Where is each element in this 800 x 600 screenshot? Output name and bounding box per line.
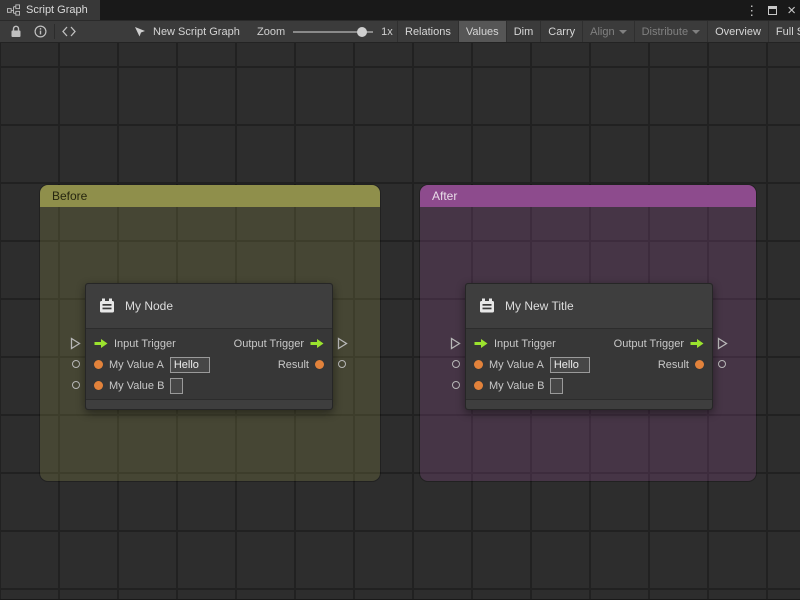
value-a-input[interactable] bbox=[169, 356, 210, 373]
tab-script-graph[interactable]: Script Graph bbox=[0, 0, 100, 20]
zoom-slider-handle[interactable] bbox=[357, 26, 368, 37]
graph-canvas[interactable]: Before After My Node Input Trigger Outpu… bbox=[0, 43, 800, 599]
trigger-out-icon bbox=[690, 338, 704, 349]
trigger-port-icon[interactable] bbox=[337, 337, 348, 350]
port-label: My Value A bbox=[489, 358, 544, 371]
port-row: My Value B bbox=[86, 375, 332, 396]
unit-icon bbox=[98, 298, 116, 314]
port-row: Input Trigger Output Trigger bbox=[86, 333, 332, 354]
value-port-icon[interactable] bbox=[338, 360, 346, 368]
node-footer bbox=[466, 399, 712, 409]
port-label: My Value A bbox=[109, 358, 164, 371]
trigger-port-icon[interactable] bbox=[450, 337, 461, 350]
node-footer bbox=[86, 399, 332, 409]
script-graph-tab-icon bbox=[7, 4, 20, 16]
port-label: My Value B bbox=[109, 379, 165, 392]
port-label: Result bbox=[657, 358, 689, 371]
group-header[interactable]: Before bbox=[40, 185, 380, 207]
zoom-slider[interactable] bbox=[293, 26, 374, 38]
value-a-port[interactable]: My Value A bbox=[86, 356, 210, 373]
value-port-dot-icon bbox=[474, 360, 483, 369]
kebab-menu-icon[interactable]: ⋮ bbox=[745, 4, 758, 17]
group-label: Before bbox=[52, 189, 88, 203]
node-title: My New Title bbox=[505, 299, 574, 313]
group-header[interactable]: After bbox=[420, 185, 756, 207]
dim-button[interactable]: Dim bbox=[506, 21, 542, 42]
node-my-new-title[interactable]: My New Title Input Trigger Output Trigge… bbox=[465, 283, 713, 410]
port-label: My Value B bbox=[489, 379, 545, 392]
value-port-dot-icon bbox=[474, 381, 483, 390]
value-b-input[interactable] bbox=[170, 377, 184, 394]
toolbar-separator bbox=[54, 24, 55, 39]
overview-button[interactable]: Overview bbox=[708, 21, 769, 42]
port-row: My Value A Result bbox=[86, 354, 332, 375]
node-title: My Node bbox=[125, 299, 174, 313]
port-row: My Value B bbox=[466, 375, 712, 396]
window-controls: ⋮ × bbox=[745, 0, 796, 20]
unit-icon bbox=[478, 298, 496, 314]
tab-label: Script Graph bbox=[26, 4, 88, 16]
graph-toolbar: New Script Graph Zoom 1x Relations Value… bbox=[0, 20, 800, 43]
port-label: Output Trigger bbox=[233, 337, 304, 350]
value-port-dot-icon bbox=[94, 360, 103, 369]
trigger-port-icon[interactable] bbox=[70, 337, 81, 350]
output-trigger-port[interactable]: Output Trigger bbox=[234, 338, 332, 350]
values-button[interactable]: Values bbox=[458, 21, 507, 42]
node-header[interactable]: My Node bbox=[86, 284, 332, 329]
port-label: Output Trigger bbox=[613, 337, 684, 350]
align-dropdown-button[interactable]: Align bbox=[583, 21, 635, 42]
value-a-port[interactable]: My Value A bbox=[466, 356, 590, 373]
port-label: Result bbox=[277, 358, 309, 371]
carry-button[interactable]: Carry bbox=[541, 21, 584, 42]
port-row: Input Trigger Output Trigger bbox=[466, 333, 712, 354]
group-label: After bbox=[432, 189, 458, 203]
value-port-dot-icon bbox=[695, 360, 704, 369]
input-trigger-port[interactable]: Input Trigger bbox=[466, 338, 556, 350]
trigger-in-icon bbox=[94, 338, 108, 349]
lock-icon[interactable] bbox=[4, 21, 28, 42]
trigger-in-icon bbox=[474, 338, 488, 349]
script-graph-icon bbox=[134, 26, 147, 38]
value-port-icon[interactable] bbox=[72, 381, 80, 389]
port-row: My Value A Result bbox=[466, 354, 712, 375]
value-port-icon[interactable] bbox=[452, 381, 460, 389]
trigger-port-icon[interactable] bbox=[717, 337, 728, 350]
node-header[interactable]: My New Title bbox=[466, 284, 712, 329]
full-screen-button[interactable]: Full Screen bbox=[768, 21, 800, 42]
close-icon[interactable]: × bbox=[787, 3, 796, 18]
value-port-icon[interactable] bbox=[718, 360, 726, 368]
relations-button[interactable]: Relations bbox=[397, 21, 459, 42]
graph-name-label: New Script Graph bbox=[153, 25, 240, 38]
value-b-port[interactable]: My Value B bbox=[86, 377, 184, 394]
value-port-icon[interactable] bbox=[452, 360, 460, 368]
distribute-dropdown-button[interactable]: Distribute bbox=[634, 21, 709, 42]
info-icon[interactable] bbox=[28, 21, 52, 42]
maximize-icon[interactable] bbox=[768, 5, 778, 15]
node-my-node[interactable]: My Node Input Trigger Output Trigger My … bbox=[85, 283, 333, 410]
code-icon[interactable] bbox=[57, 21, 81, 42]
value-port-dot-icon bbox=[315, 360, 324, 369]
graph-asset-field[interactable]: New Script Graph bbox=[134, 21, 240, 42]
trigger-out-icon bbox=[310, 338, 324, 349]
zoom-label: Zoom bbox=[257, 25, 286, 38]
chevron-down-icon bbox=[618, 29, 627, 34]
input-trigger-port[interactable]: Input Trigger bbox=[86, 338, 176, 350]
chevron-down-icon bbox=[692, 29, 701, 34]
result-port[interactable]: Result bbox=[278, 359, 332, 371]
zoom-value: 1x bbox=[381, 25, 393, 38]
value-b-port[interactable]: My Value B bbox=[466, 377, 564, 394]
output-trigger-port[interactable]: Output Trigger bbox=[614, 338, 712, 350]
value-a-input[interactable] bbox=[549, 356, 590, 373]
port-label: Input Trigger bbox=[114, 337, 176, 350]
value-port-icon[interactable] bbox=[72, 360, 80, 368]
result-port[interactable]: Result bbox=[658, 359, 712, 371]
value-port-dot-icon bbox=[94, 381, 103, 390]
port-label: Input Trigger bbox=[494, 337, 556, 350]
window-tab-bar: Script Graph ⋮ × bbox=[0, 0, 800, 20]
value-b-input[interactable] bbox=[550, 377, 564, 394]
